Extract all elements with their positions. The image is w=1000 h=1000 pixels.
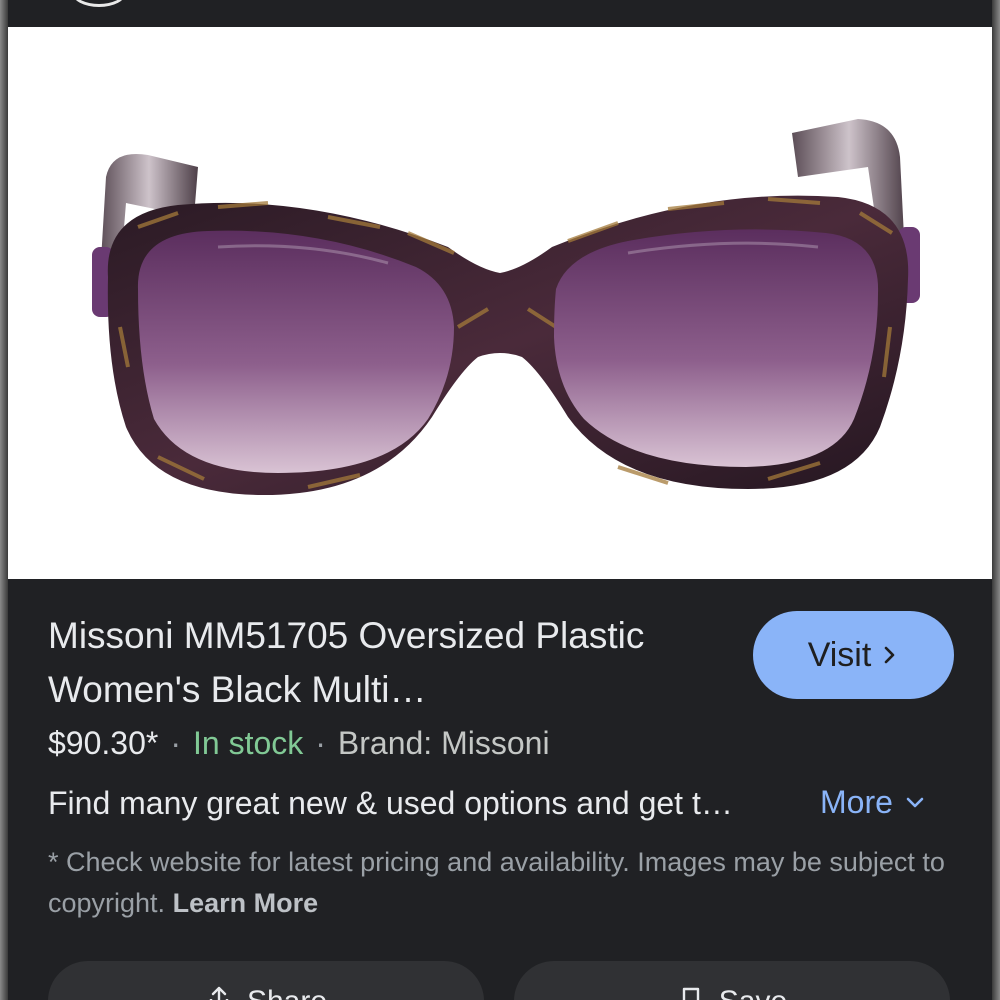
stock-status: In stock — [192, 725, 304, 761]
visit-button-label: Visit — [807, 635, 872, 674]
learn-more-link[interactable]: Learn More — [173, 888, 319, 918]
right-edge — [992, 0, 1000, 1000]
save-label: Save — [719, 985, 787, 1000]
top-bar — [8, 0, 992, 27]
visit-button[interactable]: Visit — [753, 611, 954, 699]
share-label: Share — [247, 985, 327, 1000]
profile-icon[interactable] — [72, 0, 126, 7]
separator-dot: · — [170, 725, 181, 761]
disclaimer: * Check website for latest pricing and a… — [48, 842, 948, 924]
more-label: More — [820, 784, 893, 820]
bookmark-icon — [682, 987, 699, 1000]
product-title[interactable]: Missoni MM51705 Oversized Plastic Women'… — [48, 609, 688, 717]
share-button[interactable]: Share — [48, 961, 484, 1000]
product-image[interactable] — [8, 27, 992, 579]
chevron-down-icon — [906, 797, 924, 807]
share-icon — [209, 986, 229, 1000]
save-button[interactable]: Save — [514, 961, 950, 1000]
product-info-panel: Missoni MM51705 Oversized Plastic Women'… — [8, 579, 992, 1000]
product-preview-screen: Missoni MM51705 Oversized Plastic Women'… — [0, 0, 1000, 1000]
left-edge — [0, 0, 8, 1000]
separator-dot: · — [315, 725, 326, 761]
chevron-right-icon — [885, 646, 895, 664]
product-description: Find many great new & used options and g… — [48, 785, 733, 821]
product-brand: Brand: Missoni — [337, 725, 550, 761]
more-button[interactable]: More — [820, 784, 927, 821]
product-price: $90.30* — [48, 725, 159, 761]
product-meta-row: $90.30* · In stock · Brand: Missoni — [48, 725, 972, 762]
sunglasses-image — [92, 119, 920, 496]
